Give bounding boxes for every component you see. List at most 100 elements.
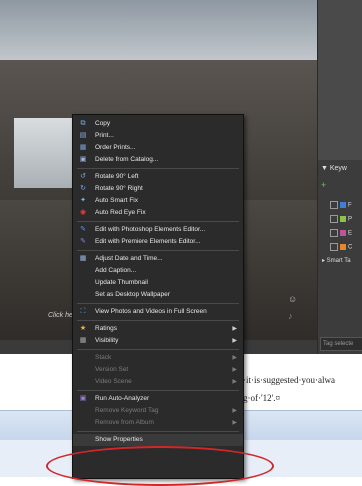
tag-icon xyxy=(340,202,346,208)
highlight-ellipse xyxy=(46,446,274,486)
menu-item-label: Edit with Photoshop Elements Editor... xyxy=(95,226,206,233)
menu-separator xyxy=(77,250,239,251)
menu-item-label: Rotate 90° Left xyxy=(95,173,139,180)
menu-item-label: Version Set xyxy=(95,366,129,373)
keywords-panel-title[interactable]: ▼ Keyw xyxy=(321,165,347,172)
copy-icon: ⧉ xyxy=(80,120,86,127)
menu-item-label: Auto Smart Fix xyxy=(95,197,138,204)
checkbox[interactable] xyxy=(330,201,338,209)
audio-icon[interactable]: ♪ xyxy=(288,311,293,321)
menu-item-label: Adjust Date and Time... xyxy=(95,255,163,262)
menu-item-label: Visibility xyxy=(95,337,119,344)
menu-item-label: Add Caption... xyxy=(95,267,137,274)
smart-tags-row[interactable]: ▸ Smart Ta xyxy=(322,257,362,267)
menu-item-label: Print... xyxy=(95,132,114,139)
menu-item-auto-smart-fix[interactable]: ✦ Auto Smart Fix xyxy=(73,195,243,207)
menu-item-run-auto-analyzer[interactable]: ▣ Run Auto-Analyzer xyxy=(73,393,243,405)
analyzer-icon: ▣ xyxy=(79,395,87,402)
delete-icon: ▣ xyxy=(79,156,87,163)
menu-item-add-caption[interactable]: Add Caption... xyxy=(73,265,243,277)
keyword-label: C xyxy=(348,244,353,251)
menu-item-label: Remove from Album xyxy=(95,419,154,426)
keyword-row[interactable]: C xyxy=(330,243,360,253)
keyword-row[interactable]: F xyxy=(330,201,360,211)
keyword-label: P xyxy=(348,216,353,223)
menu-item-label: Copy xyxy=(95,120,111,127)
checkbox[interactable] xyxy=(330,229,338,237)
menu-item-ratings[interactable]: ★ Ratings ▶ xyxy=(73,323,243,335)
menu-item-label: Set as Desktop Wallpaper xyxy=(95,291,170,298)
submenu-arrow-icon: ▶ xyxy=(232,326,237,332)
menu-item-label: Edit with Premiere Elements Editor... xyxy=(95,238,201,245)
menu-separator xyxy=(77,320,239,321)
photo-opening xyxy=(14,118,74,188)
order-prints-icon: ▦ xyxy=(79,144,87,151)
menu-item-visibility[interactable]: ▦ Visibility ▶ xyxy=(73,335,243,347)
menu-separator xyxy=(77,349,239,350)
visibility-icon: ▦ xyxy=(79,337,87,344)
menu-item-edit-photoshop[interactable]: ✎ Edit with Photoshop Elements Editor... xyxy=(73,224,243,236)
menu-item-label: Order Prints... xyxy=(95,144,136,151)
submenu-arrow-icon: ▶ xyxy=(232,338,237,344)
menu-separator xyxy=(77,390,239,391)
menu-item-adjust-date[interactable]: ▦ Adjust Date and Time... xyxy=(73,253,243,265)
photo-hint-text: Click he xyxy=(48,312,73,319)
menu-item-order-prints[interactable]: ▦ Order Prints... xyxy=(73,142,243,154)
tag-select-field[interactable]: Tag selecte xyxy=(320,337,362,351)
menu-item-label: View Photos and Videos in Full Screen xyxy=(95,308,207,315)
checkbox[interactable] xyxy=(330,243,338,251)
rotate-left-icon: ↺ xyxy=(80,173,86,180)
menu-item-auto-red-eye-fix[interactable]: ◉ Auto Red Eye Fix xyxy=(73,207,243,219)
menu-item-video-scene[interactable]: Video Scene ▶ xyxy=(73,376,243,388)
menu-item-full-screen[interactable]: ⛶ View Photos and Videos in Full Screen xyxy=(73,306,243,318)
red-eye-icon: ◉ xyxy=(79,209,87,216)
menu-item-edit-premiere[interactable]: ✎ Edit with Premiere Elements Editor... xyxy=(73,236,243,248)
smart-fix-icon: ✦ xyxy=(80,197,86,204)
menu-item-label: Stack xyxy=(95,354,112,361)
rotate-right-icon: ↻ xyxy=(80,185,86,192)
menu-item-label: Rotate 90° Right xyxy=(95,185,143,192)
tag-icon xyxy=(340,244,346,250)
menu-item-show-properties[interactable]: Show Properties xyxy=(73,434,243,446)
tag-icon xyxy=(340,230,346,236)
menu-item-label: Run Auto-Analyzer xyxy=(95,395,150,402)
context-menu: ⧉ Copy ▤ Print... ▦ Order Prints... ▣ De… xyxy=(72,114,244,479)
menu-item-set-wallpaper[interactable]: Set as Desktop Wallpaper xyxy=(73,289,243,301)
premiere-icon: ✎ xyxy=(80,238,86,245)
menu-separator xyxy=(77,168,239,169)
menu-item-version-set[interactable]: Version Set ▶ xyxy=(73,364,243,376)
menu-item-rotate-right[interactable]: ↻ Rotate 90° Right xyxy=(73,183,243,195)
submenu-arrow-icon: ▶ xyxy=(232,367,237,373)
menu-item-label: Video Scene xyxy=(95,378,132,385)
submenu-arrow-icon: ▶ xyxy=(232,379,237,385)
photoshop-icon: ✎ xyxy=(80,226,86,233)
menu-item-label: Ratings xyxy=(95,325,118,332)
menu-separator xyxy=(77,431,239,432)
menu-item-delete[interactable]: ▣ Delete from Catalog... xyxy=(73,154,243,166)
add-keyword-button[interactable]: + xyxy=(321,180,326,190)
menu-item-copy[interactable]: ⧉ Copy xyxy=(73,118,243,130)
checkbox[interactable] xyxy=(330,215,338,223)
keywords-panel: ▼ Keyw + F P E C ▸ Smart Ta Tag selecte xyxy=(317,0,362,354)
menu-item-stack[interactable]: Stack ▶ xyxy=(73,352,243,364)
keyword-label: E xyxy=(348,230,353,237)
star-icon: ★ xyxy=(79,325,87,332)
menu-item-label: Show Properties xyxy=(95,436,143,443)
keyword-label: F xyxy=(348,202,352,209)
menu-item-remove-keyword-tag[interactable]: Remove Keyword Tag ▶ xyxy=(73,405,243,417)
keyword-row[interactable]: E xyxy=(330,229,360,239)
menu-item-label: Update Thumbnail xyxy=(95,279,148,286)
menu-item-update-thumbnail[interactable]: Update Thumbnail xyxy=(73,277,243,289)
people-icon[interactable]: ☺ xyxy=(288,294,297,304)
menu-item-print[interactable]: ▤ Print... xyxy=(73,130,243,142)
menu-item-label: Delete from Catalog... xyxy=(95,156,159,163)
menu-item-rotate-left[interactable]: ↺ Rotate 90° Left xyxy=(73,171,243,183)
document-line-2: g·of·'12'.¤ xyxy=(243,393,280,403)
submenu-arrow-icon: ▶ xyxy=(232,355,237,361)
fullscreen-icon: ⛶ xyxy=(80,308,86,315)
menu-separator xyxy=(77,303,239,304)
menu-separator xyxy=(77,221,239,222)
tag-icon xyxy=(340,216,346,222)
keyword-row[interactable]: P xyxy=(330,215,360,225)
menu-item-remove-from-album[interactable]: Remove from Album ▶ xyxy=(73,417,243,429)
